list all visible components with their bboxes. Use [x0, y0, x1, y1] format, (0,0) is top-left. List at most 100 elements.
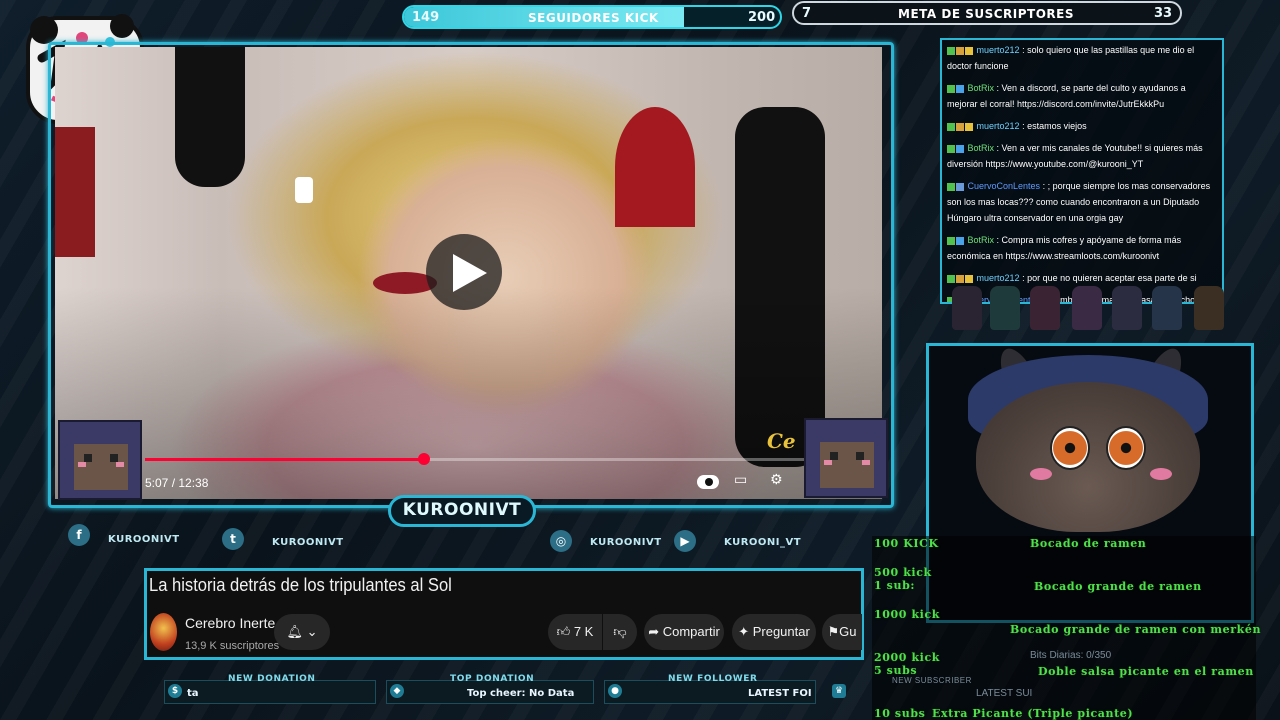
- background-leg-left: [175, 47, 245, 187]
- autoplay-toggle[interactable]: [697, 475, 719, 489]
- like-button[interactable]: 👍︎ 7 K: [548, 614, 602, 650]
- drop-icon: ◆: [390, 684, 404, 698]
- chat-badge-icon: [956, 46, 964, 55]
- chat-message: BotRix : Compra mis cofres y apóyame de …: [942, 230, 1222, 268]
- kick-start-count: 149: [412, 10, 440, 25]
- reward-cost: 2000 kick 5 subs: [874, 651, 940, 677]
- reward-name: Bocado grande de ramen con merkén: [1010, 623, 1262, 636]
- subs-bar-title: META DE SUSCRIPTORES: [898, 7, 1074, 21]
- social-instagram-label: KUROONIVT: [590, 537, 662, 548]
- chat-badge-icon: [947, 236, 955, 245]
- chat-badge-icon: [965, 274, 973, 283]
- chat-badge-icon: [956, 84, 964, 93]
- video-progress-fill: [145, 458, 424, 461]
- donation-icon: $: [168, 684, 182, 698]
- chat-badge-icon: [947, 122, 955, 131]
- reward-name: Extra Picante (Triple picante): [932, 707, 1134, 720]
- reward-name: Doble salsa picante en el ramen: [1038, 665, 1254, 678]
- chat-username[interactable]: BotRix: [968, 143, 995, 153]
- chat-username[interactable]: muerto212: [977, 273, 1020, 283]
- new-follower-label: NEW FOLLOWER: [668, 674, 758, 684]
- settings-icon[interactable]: ⚙: [770, 472, 783, 488]
- chat-badge-icon: [965, 122, 973, 131]
- streamer-nameplate: KUROONIVT: [388, 495, 536, 527]
- chat-message: muerto212 : solo quiero que las pastilla…: [942, 40, 1222, 78]
- bell-icon: 🔔︎: [286, 624, 303, 639]
- save-button[interactable]: ⚑Gu: [822, 614, 862, 650]
- chat-badge-icon: [956, 182, 964, 191]
- chat-badge-icon: [947, 182, 955, 191]
- background-heart: [615, 107, 695, 227]
- kick-bar-title: SEGUIDORES KICK: [528, 11, 659, 25]
- social-youtube-label: KUROONI_VT: [724, 537, 802, 548]
- minion-sprite: [1112, 286, 1142, 330]
- reward-cost: 500 kick 1 sub:: [874, 566, 932, 592]
- latest-sub-label: LATEST SUI: [976, 688, 1033, 699]
- new-donation-label: NEW DONATION: [228, 674, 316, 684]
- social-twitter-label: KUROONIVT: [272, 537, 344, 548]
- instagram-icon: ◎: [550, 530, 572, 552]
- bits-counter: Bits Diarias: 0/350: [1030, 650, 1112, 661]
- crown-icon: ♛: [832, 684, 846, 698]
- minion-sprite: [1030, 286, 1060, 330]
- chat-username[interactable]: BotRix: [968, 83, 995, 93]
- new-subscriber-label: NEW SUBSCRIBER: [892, 676, 972, 685]
- channel-name[interactable]: Cerebro Inerte: [185, 615, 275, 631]
- top-donation-label: TOP DONATION: [450, 674, 535, 684]
- chat-badge-icon: [947, 46, 955, 55]
- thumbs-up-icon: 👍︎: [556, 624, 571, 639]
- minion-sprite: [1072, 286, 1102, 330]
- chat-badge-icon: [947, 144, 955, 153]
- chat-badge-icon: [947, 84, 955, 93]
- chat-badge-icon: [956, 236, 964, 245]
- kick-followers-bar: 149 SEGUIDORES KICK 200: [402, 5, 782, 29]
- reward-name: Bocado grande de ramen: [1034, 580, 1202, 593]
- background-letters: [55, 127, 95, 257]
- minion-sprite: [952, 286, 982, 330]
- minion-sprite: [1194, 286, 1224, 330]
- hair-bow: [295, 177, 313, 203]
- chat-message: BotRix : Ven a discord, se parte del cul…: [942, 78, 1222, 116]
- minion-sprite: [1152, 286, 1182, 330]
- reward-name: Bocado de ramen: [1030, 537, 1147, 550]
- chat-username[interactable]: muerto212: [977, 45, 1020, 55]
- social-facebook-label: KUROONIVT: [108, 534, 180, 545]
- subscriber-goal-bar: 7 META DE SUSCRIPTORES 33: [792, 1, 1182, 25]
- vtuber-right-eye: [1106, 426, 1146, 470]
- channel-avatar[interactable]: [150, 613, 177, 651]
- video-watermark: Ce: [767, 429, 796, 453]
- play-icon: [453, 254, 487, 292]
- chat-message: BotRix : Ven a ver mis canales de Youtub…: [942, 138, 1222, 176]
- chat-badge-icon: [956, 144, 964, 153]
- subs-goal-count: 33: [1154, 6, 1173, 21]
- ask-label: Preguntar: [752, 624, 810, 639]
- kick-goal-count: 200: [748, 10, 776, 25]
- bookmark-icon: ⚑: [827, 624, 840, 639]
- vtuber-blush-left: [1030, 468, 1052, 480]
- facebook-icon: f: [68, 524, 90, 546]
- youtube-icon: ▶: [674, 530, 696, 552]
- chat-username[interactable]: BotRix: [968, 235, 995, 245]
- minion-sprite: [990, 286, 1020, 330]
- reward-cost: 1000 kick: [874, 608, 940, 621]
- chat-panel: muerto212 : solo quiero que las pastilla…: [940, 38, 1224, 304]
- video-shade: [55, 287, 882, 499]
- chat-text: : estamos viejos: [1022, 121, 1087, 131]
- reward-cost: 10 subs: [874, 707, 926, 720]
- reward-cost: 100 KICK: [874, 537, 939, 550]
- ask-button[interactable]: ✦ Preguntar: [732, 614, 816, 650]
- chat-username[interactable]: CuervoConLentes: [968, 181, 1041, 191]
- pixel-kurooni-sprite-right: [804, 418, 888, 498]
- video-title: La historia detrás de los tripulantes al…: [149, 575, 452, 595]
- subscriber-count: 13,9 K suscriptores: [185, 640, 280, 652]
- video-progress-knob[interactable]: [418, 453, 430, 465]
- subtitles-icon[interactable]: ▭: [734, 472, 747, 488]
- chat-message: muerto212 : estamos viejos: [942, 116, 1222, 138]
- new-follower-value: LATEST FOI: [748, 688, 812, 699]
- chat-username[interactable]: muerto212: [977, 121, 1020, 131]
- share-button[interactable]: ➦ Compartir: [644, 614, 724, 650]
- vtuber-left-eye: [1050, 426, 1090, 470]
- pixel-kurooni-sprite-left: [58, 420, 142, 500]
- like-count: 7 K: [573, 624, 594, 639]
- notification-bell-button[interactable]: 🔔︎ ⌄: [274, 614, 330, 650]
